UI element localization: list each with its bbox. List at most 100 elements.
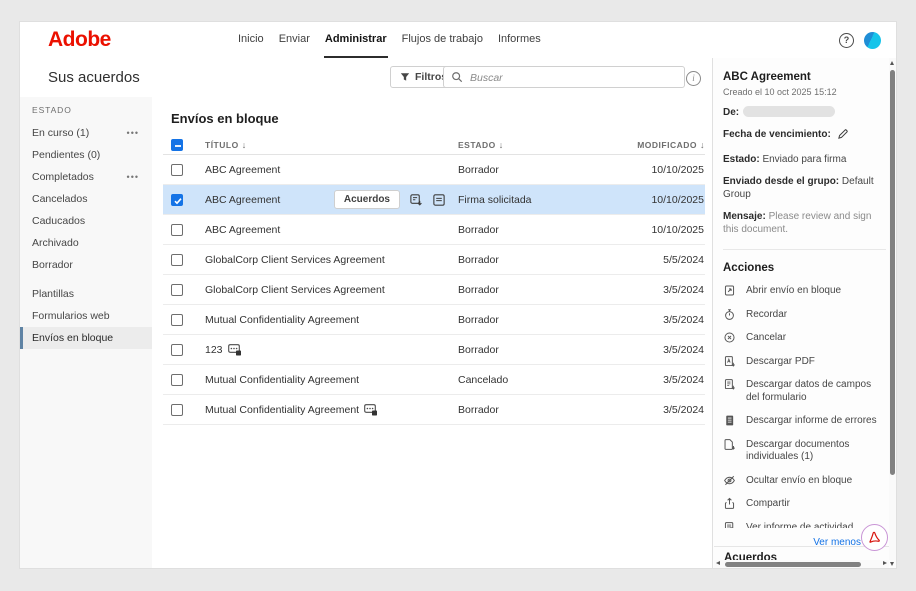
- row-title: Mutual Confidentiality Agreement: [205, 404, 359, 416]
- search-icon: [451, 71, 463, 83]
- help-icon[interactable]: ?: [839, 33, 854, 48]
- search-box: [443, 66, 685, 88]
- row-status: Borrador: [458, 224, 625, 236]
- nav-flujos-de-trabajo[interactable]: Flujos de trabajo: [401, 22, 484, 58]
- sidebar-item-label: Formularios web: [32, 310, 110, 322]
- table-row[interactable]: GlobalCorp Client Services Agreement Bor…: [163, 245, 705, 275]
- table-row[interactable]: GlobalCorp Client Services Agreement Bor…: [163, 275, 705, 305]
- agreements-button[interactable]: Acuerdos: [334, 190, 400, 209]
- table-row-selected[interactable]: ABC Agreement Acuerdos Firma solicitada …: [163, 185, 705, 215]
- top-nav: Adobe Inicio Enviar Administrar Flujos d…: [20, 22, 896, 59]
- sidebar-item-cancelados[interactable]: Cancelados: [20, 188, 152, 210]
- action-download-individual-docs[interactable]: Descargar documentos individuales (1): [723, 439, 878, 464]
- row-checkbox[interactable]: [171, 404, 183, 416]
- actions-title: Acciones: [723, 262, 878, 274]
- notes-icon[interactable]: [432, 193, 446, 207]
- info-icon[interactable]: i: [686, 71, 701, 86]
- more-menu-icon[interactable]: •••: [127, 166, 139, 188]
- bulk-sends-table: TÍTULO↓ ESTADO↓ MODIFICADO↓ ABC Agreemen…: [163, 135, 705, 425]
- row-status: Firma solicitada: [458, 194, 625, 206]
- error-report-icon: [723, 414, 736, 427]
- column-header-estado[interactable]: ESTADO↓: [458, 140, 625, 150]
- sidebar-item-pendientes[interactable]: Pendientes (0): [20, 144, 152, 166]
- sort-down-icon: ↓: [242, 140, 247, 150]
- nav-informes[interactable]: Informes: [497, 22, 542, 58]
- sidebar-item-en-curso[interactable]: En curso (1) •••: [20, 122, 152, 144]
- sidebar-item-plantillas[interactable]: Plantillas: [20, 283, 152, 305]
- select-all-checkbox[interactable]: [171, 139, 183, 151]
- created-timestamp: Creado el 10 oct 2025 15:12: [723, 87, 878, 97]
- table-row[interactable]: ABC Agreement Borrador 10/10/2025: [163, 215, 705, 245]
- row-checkbox[interactable]: [171, 224, 183, 236]
- action-download-error-report[interactable]: Descargar informe de errores: [723, 415, 878, 428]
- main-content: Envíos en bloque TÍTULO↓ ESTADO↓ MODIFIC…: [152, 97, 712, 568]
- row-checkbox[interactable]: [171, 254, 183, 266]
- action-cancel[interactable]: Cancelar: [723, 332, 878, 345]
- table-row[interactable]: Mutual Confidentiality Agreement Borrado…: [163, 395, 705, 425]
- detail-panel: ABC Agreement Creado el 10 oct 2025 15:1…: [712, 58, 896, 568]
- sidebar-item-label: Caducados: [32, 215, 85, 227]
- action-remind[interactable]: Recordar: [723, 309, 878, 322]
- row-title: 123: [205, 344, 223, 356]
- scroll-left-arrow-icon[interactable]: [716, 561, 720, 565]
- nav-inicio[interactable]: Inicio: [237, 22, 265, 58]
- row-checkbox[interactable]: [171, 194, 183, 206]
- row-modified: 5/5/2024: [625, 254, 705, 266]
- table-row[interactable]: 123 Borrador 3/5/2024: [163, 335, 705, 365]
- table-row[interactable]: Mutual Confidentiality Agreement Cancela…: [163, 365, 705, 395]
- search-input[interactable]: [468, 68, 682, 88]
- sidebar-item-archivado[interactable]: Archivado: [20, 232, 152, 254]
- sidebar-item-label: Archivado: [32, 237, 79, 249]
- sidebar-item-formularios-web[interactable]: Formularios web: [20, 305, 152, 327]
- adobe-logo[interactable]: Adobe: [48, 28, 111, 52]
- row-checkbox[interactable]: [171, 374, 183, 386]
- message-label: Mensaje:: [723, 211, 766, 222]
- column-header-titulo[interactable]: TÍTULO↓: [205, 140, 458, 150]
- action-open-bulk-send[interactable]: Abrir envío en bloque: [723, 285, 878, 298]
- sidebar-item-borrador[interactable]: Borrador: [20, 254, 152, 276]
- column-header-modificado[interactable]: MODIFICADO↓: [625, 140, 705, 150]
- action-hide-bulk-send[interactable]: Ocultar envío en bloque: [723, 475, 878, 488]
- row-modified: 3/5/2024: [625, 284, 705, 296]
- horizontal-scrollbar[interactable]: [714, 560, 889, 568]
- export-data-icon[interactable]: [409, 193, 423, 207]
- row-status: Borrador: [458, 254, 625, 266]
- download-pdf-icon: [723, 355, 736, 368]
- row-modified: 3/5/2024: [625, 344, 705, 356]
- nav-enviar[interactable]: Enviar: [278, 22, 311, 58]
- action-download-pdf[interactable]: Descargar PDF: [723, 356, 878, 369]
- user-avatar[interactable]: [864, 32, 881, 49]
- row-status: Borrador: [458, 404, 625, 416]
- more-menu-icon[interactable]: •••: [127, 122, 139, 144]
- row-checkbox[interactable]: [171, 314, 183, 326]
- table-row[interactable]: ABC Agreement Borrador 10/10/2025: [163, 155, 705, 185]
- row-modified: 3/5/2024: [625, 314, 705, 326]
- download-form-data-icon: [723, 378, 736, 391]
- nav-administrar[interactable]: Administrar: [324, 22, 388, 58]
- action-download-form-data[interactable]: Descargar datos de campos del formulario: [723, 379, 878, 404]
- hide-eye-icon: [723, 474, 736, 487]
- vertical-scrollbar-thumb[interactable]: [890, 70, 895, 475]
- table-row[interactable]: Mutual Confidentiality Agreement Borrado…: [163, 305, 705, 335]
- sidebar-section-estado: ESTADO: [32, 105, 152, 115]
- vertical-scrollbar[interactable]: [889, 58, 896, 560]
- note-badge-icon: [364, 404, 377, 416]
- sidebar-item-label: Plantillas: [32, 288, 74, 300]
- horizontal-scrollbar-thumb[interactable]: [725, 562, 861, 567]
- row-checkbox[interactable]: [171, 164, 183, 176]
- scroll-right-arrow-icon[interactable]: [883, 561, 887, 565]
- row-title: ABC Agreement: [205, 194, 280, 206]
- scroll-up-arrow-icon[interactable]: [890, 61, 894, 65]
- sidebar-item-envios-en-bloque[interactable]: Envíos en bloque: [20, 327, 152, 349]
- action-share[interactable]: Compartir: [723, 498, 878, 511]
- scroll-down-arrow-icon[interactable]: [890, 562, 894, 566]
- row-checkbox[interactable]: [171, 344, 183, 356]
- acrobat-launcher-button[interactable]: [861, 524, 888, 551]
- due-date-label: Fecha de vencimiento:: [723, 129, 831, 140]
- sort-down-icon: ↓: [700, 140, 705, 150]
- row-checkbox[interactable]: [171, 284, 183, 296]
- edit-pencil-icon[interactable]: [837, 132, 849, 143]
- sidebar-item-completados[interactable]: Completados •••: [20, 166, 152, 188]
- share-icon: [723, 497, 736, 510]
- sidebar-item-caducados[interactable]: Caducados: [20, 210, 152, 232]
